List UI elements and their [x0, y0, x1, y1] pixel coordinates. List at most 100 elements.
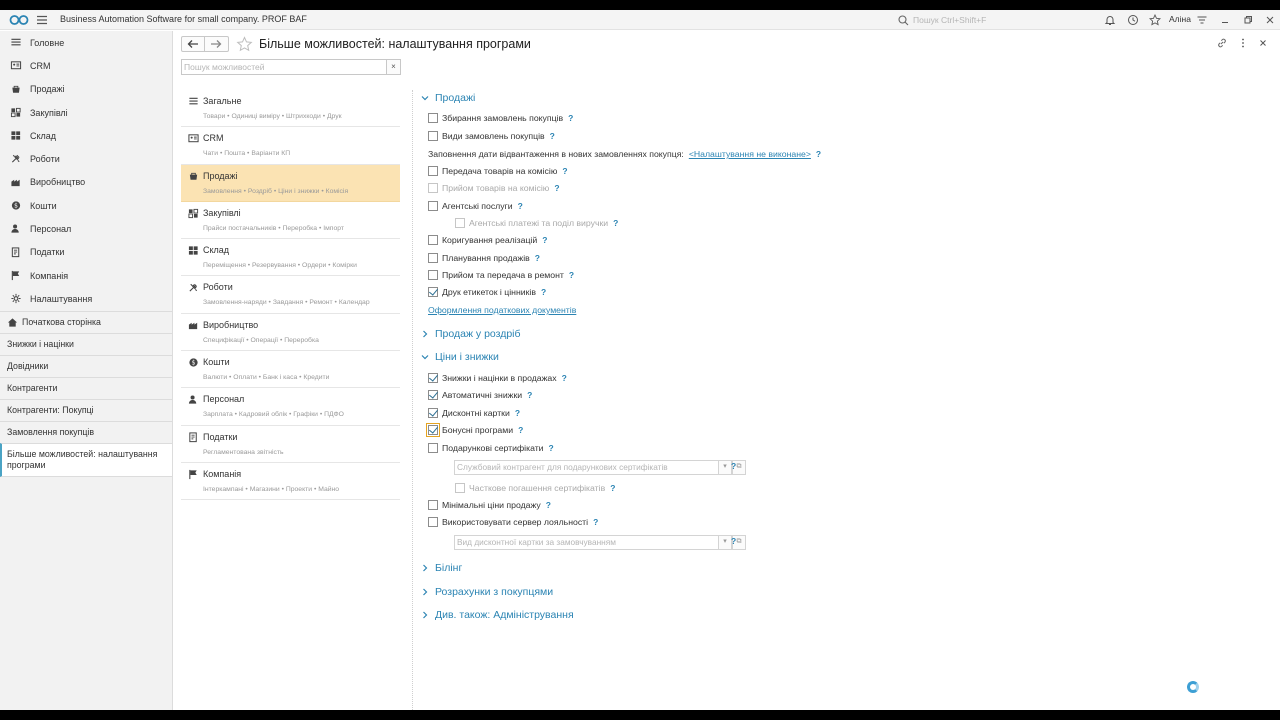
help-icon[interactable]: ?: [568, 113, 573, 123]
sidebar-item[interactable]: Персонал: [0, 217, 172, 240]
shipment-date-link[interactable]: <Налаштування не виконане>: [689, 149, 811, 159]
settings-section[interactable]: Продажі Замовлення • Роздріб • Ціни і зни…: [181, 164, 400, 202]
sidebar-item[interactable]: Виробництво: [0, 171, 172, 194]
sidebar-item[interactable]: Роботи: [0, 147, 172, 170]
option-order-types[interactable]: Види замовлень покупців ?: [428, 129, 555, 143]
more-actions-icon[interactable]: [1237, 37, 1249, 49]
option-tax-docs[interactable]: Оформлення податкових документів: [428, 303, 576, 317]
help-icon[interactable]: ?: [562, 166, 567, 176]
option-repair[interactable]: Прийом та передача в ремонт ?: [428, 268, 574, 282]
sales-planning-checkbox[interactable]: [428, 253, 438, 263]
sidebar-item[interactable]: Склад: [0, 124, 172, 147]
features-search-input[interactable]: Пошук можливостей: [181, 59, 387, 75]
help-icon[interactable]: ?: [731, 536, 736, 546]
min-prices-checkbox[interactable]: [428, 500, 438, 510]
settings-section[interactable]: Склад Переміщення • Резервування • Ордери…: [181, 239, 400, 277]
sidebar-item[interactable]: Компанія: [0, 264, 172, 287]
open-window-tab[interactable]: Контрагенти: Покупці: [0, 398, 172, 421]
sidebar-item[interactable]: Продажі: [0, 78, 172, 101]
help-icon[interactable]: ?: [546, 500, 551, 510]
group-see-also[interactable]: Див. також: Адміністрування: [420, 608, 574, 622]
settings-section[interactable]: Роботи Замовлення-наряди • Завдання • Рем…: [181, 276, 400, 314]
close-window-icon[interactable]: [1264, 14, 1276, 26]
option-sales-correction[interactable]: Коригування реалізацій ?: [428, 233, 547, 247]
open-window-tab[interactable]: Більше можливостей: налаштування програм…: [0, 442, 172, 477]
help-icon[interactable]: ?: [610, 483, 615, 493]
sidebar-item[interactable]: Податки: [0, 241, 172, 264]
help-icon[interactable]: ?: [731, 461, 736, 471]
user-name[interactable]: Аліна: [1169, 14, 1191, 24]
sidebar-item[interactable]: CRM: [0, 54, 172, 77]
option-discounts-markups[interactable]: Знижки і націнки в продажах ?: [428, 371, 567, 385]
help-icon[interactable]: ?: [515, 408, 520, 418]
settings-section[interactable]: Виробництво Специфікації • Операції • Пер…: [181, 314, 400, 352]
settings-section[interactable]: Податки Регламентована звітність: [181, 426, 400, 463]
option-agent-services[interactable]: Агентські послуги ?: [428, 199, 523, 213]
option-bonus-programs[interactable]: Бонусні програми ?: [426, 423, 523, 437]
order-collection-checkbox[interactable]: [428, 113, 438, 123]
group-billing[interactable]: Білінг: [420, 561, 462, 575]
option-discount-cards[interactable]: Дисконтні картки ?: [428, 406, 520, 420]
main-menu-icon[interactable]: [36, 14, 48, 26]
help-icon[interactable]: ?: [535, 253, 540, 263]
sales-correction-checkbox[interactable]: [428, 235, 438, 245]
open-window-tab[interactable]: Довідники: [0, 354, 172, 377]
agent-services-checkbox[interactable]: [428, 201, 438, 211]
help-icon[interactable]: ?: [562, 373, 567, 383]
auto-discounts-checkbox[interactable]: [428, 390, 438, 400]
sidebar-item[interactable]: Налаштування: [0, 287, 172, 310]
discounts-markups-checkbox[interactable]: [428, 373, 438, 383]
consignment-out-checkbox[interactable]: [428, 166, 438, 176]
option-labels-printing[interactable]: Друк етикеток і цінників ?: [428, 285, 546, 299]
help-icon[interactable]: ?: [518, 201, 523, 211]
order-types-checkbox[interactable]: [428, 131, 438, 141]
discount-cards-checkbox[interactable]: [428, 408, 438, 418]
add-to-favorites-icon[interactable]: [236, 36, 253, 52]
forward-button[interactable]: [205, 36, 229, 52]
help-icon[interactable]: ?: [593, 517, 598, 527]
global-search-input[interactable]: Пошук Ctrl+Shift+F: [898, 13, 1088, 27]
app-logo-icon[interactable]: [9, 14, 29, 26]
dropdown-icon[interactable]: ▾: [718, 535, 732, 550]
help-icon[interactable]: ?: [550, 131, 555, 141]
settings-section[interactable]: Компанія Інтеркампані • Магазини • Проект…: [181, 463, 400, 501]
open-window-home[interactable]: Початкова сторінка: [0, 310, 172, 333]
bell-icon[interactable]: [1104, 14, 1116, 26]
help-icon[interactable]: ?: [569, 270, 574, 280]
bonus-programs-checkbox[interactable]: [426, 423, 440, 437]
repair-checkbox[interactable]: [428, 270, 438, 280]
help-icon[interactable]: ?: [527, 390, 532, 400]
sidebar-item[interactable]: Закупівлі: [0, 101, 172, 124]
restore-icon[interactable]: [1242, 14, 1254, 26]
option-loyalty-server[interactable]: Використовувати сервер лояльності ?: [428, 515, 598, 529]
group-retail[interactable]: Продаж у роздріб: [420, 327, 521, 341]
favorites-star-icon[interactable]: [1149, 14, 1161, 26]
option-gift-certificates[interactable]: Подарункові сертифікати ?: [428, 441, 554, 455]
dropdown-icon[interactable]: ▾: [718, 460, 732, 475]
option-consignment-out[interactable]: Передача товарів на комісію ?: [428, 164, 568, 178]
settings-section[interactable]: Персонал Зарплата • Кадровий облік • Граф…: [181, 388, 400, 426]
settings-section[interactable]: Закупівлі Прайси постачальників • Перероб…: [181, 202, 400, 240]
group-prices[interactable]: Ціни і знижки: [420, 350, 499, 364]
help-icon[interactable]: ?: [816, 149, 821, 159]
group-sales[interactable]: Продажі: [420, 91, 475, 105]
labels-printing-checkbox[interactable]: [428, 287, 438, 297]
group-settlements[interactable]: Розрахунки з покупцями: [420, 585, 553, 599]
help-icon[interactable]: ?: [542, 235, 547, 245]
sidebar-item[interactable]: $ Кошти: [0, 194, 172, 217]
back-button[interactable]: [181, 36, 205, 52]
help-icon[interactable]: ?: [518, 425, 523, 435]
help-icon[interactable]: ?: [613, 218, 618, 228]
settings-section[interactable]: CRM Чати • Пошта • Варіанти КП: [181, 127, 400, 165]
option-order-collection[interactable]: Збирання замовлень покупців ?: [428, 111, 573, 125]
clear-search-button[interactable]: ×: [386, 59, 401, 75]
sidebar-item[interactable]: Головне: [0, 31, 172, 54]
tax-docs-link[interactable]: Оформлення податкових документів: [428, 305, 576, 315]
option-auto-discounts[interactable]: Автоматичні знижки ?: [428, 388, 532, 402]
option-min-prices[interactable]: Мінімальні ціни продажу ?: [428, 498, 551, 512]
help-icon[interactable]: ?: [549, 443, 554, 453]
default-card-type-select[interactable]: Вид дисконтної картки за замовчуванням: [454, 535, 719, 550]
minimize-icon[interactable]: [1219, 14, 1231, 26]
option-sales-planning[interactable]: Планування продажів ?: [428, 251, 540, 265]
help-icon[interactable]: ?: [554, 183, 559, 193]
